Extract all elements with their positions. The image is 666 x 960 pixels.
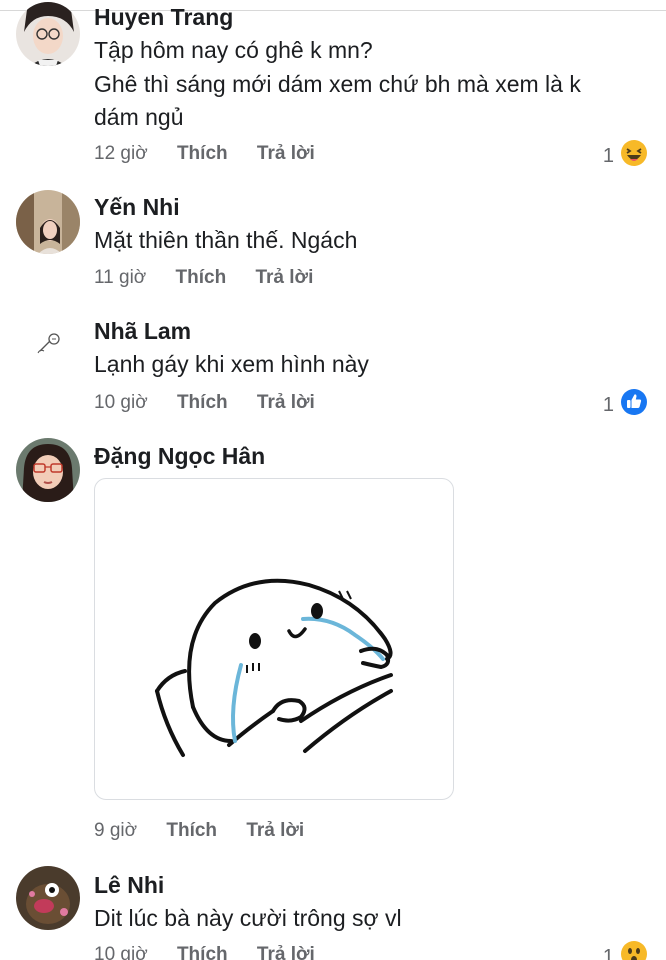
reaction-summary[interactable]: 1: [603, 388, 648, 422]
avatar[interactable]: [16, 190, 80, 254]
comment-text-line: Lạnh gáy khi xem hình này: [94, 351, 369, 377]
like-button[interactable]: Thích: [177, 392, 228, 414]
comment-meta: 9 giờ Thích Trả lời: [94, 820, 304, 842]
commenter-name[interactable]: Đặng Ngọc Hân: [94, 443, 265, 470]
like-icon: [620, 388, 648, 422]
commenter-name[interactable]: Nhã Lam: [94, 318, 191, 345]
comment-meta: 10 giờ Thích Trả lời: [94, 392, 315, 414]
commenter-name[interactable]: Huyen Trang: [94, 4, 233, 31]
reaction-summary[interactable]: 1: [603, 139, 648, 173]
reply-button[interactable]: Trả lời: [246, 820, 304, 842]
reply-button[interactable]: Trả lời: [257, 143, 315, 165]
avatar[interactable]: [16, 2, 80, 66]
reaction-count: 1: [602, 945, 614, 960]
sticker-attachment[interactable]: [94, 478, 454, 800]
like-button[interactable]: Thích: [177, 944, 228, 960]
comment-text-line: dám ngủ: [94, 104, 184, 130]
commenter-name[interactable]: Lê Nhi: [94, 872, 164, 899]
avatar[interactable]: [16, 438, 80, 502]
reaction-count: 1: [602, 393, 614, 416]
like-button[interactable]: Thích: [176, 267, 227, 289]
comment-time: 11 giờ: [94, 267, 147, 288]
avatar[interactable]: [16, 313, 80, 377]
reaction-count: 1: [602, 144, 614, 167]
wow-icon: [620, 940, 648, 960]
comment-text-line: Mặt thiên thần thế. Ngách: [94, 227, 358, 253]
avatar[interactable]: [16, 866, 80, 930]
reply-button[interactable]: Trả lời: [257, 392, 315, 414]
commenter-name[interactable]: Yến Nhi: [94, 194, 180, 221]
comment-text-line: Dit lúc bà này cười trông sợ vl: [94, 905, 402, 931]
comment-meta: 11 giờ Thích Trả lời: [94, 267, 313, 289]
haha-icon: [620, 139, 648, 173]
comment-text-line: Ghê thì sáng mới dám xem chứ bh mà xem l…: [94, 71, 581, 97]
comment-time: 10 giờ: [94, 392, 148, 413]
reply-button[interactable]: Trả lời: [255, 267, 313, 289]
reply-button[interactable]: Trả lời: [257, 944, 315, 960]
comment-meta: 12 giờ Thích Trả lời: [94, 143, 315, 165]
comment-time: 10 giờ: [94, 944, 148, 960]
comment-time: 9 giờ: [94, 820, 138, 841]
reaction-summary[interactable]: 1: [603, 940, 648, 960]
comment-meta: 10 giờ Thích Trả lời: [94, 944, 315, 960]
like-button[interactable]: Thích: [166, 820, 217, 842]
comment-time: 12 giờ: [94, 143, 148, 164]
crying-blob-sticker: [95, 479, 455, 806]
comment-text-line: Tập hôm nay có ghê k mn?: [94, 37, 373, 63]
like-button[interactable]: Thích: [177, 143, 228, 165]
